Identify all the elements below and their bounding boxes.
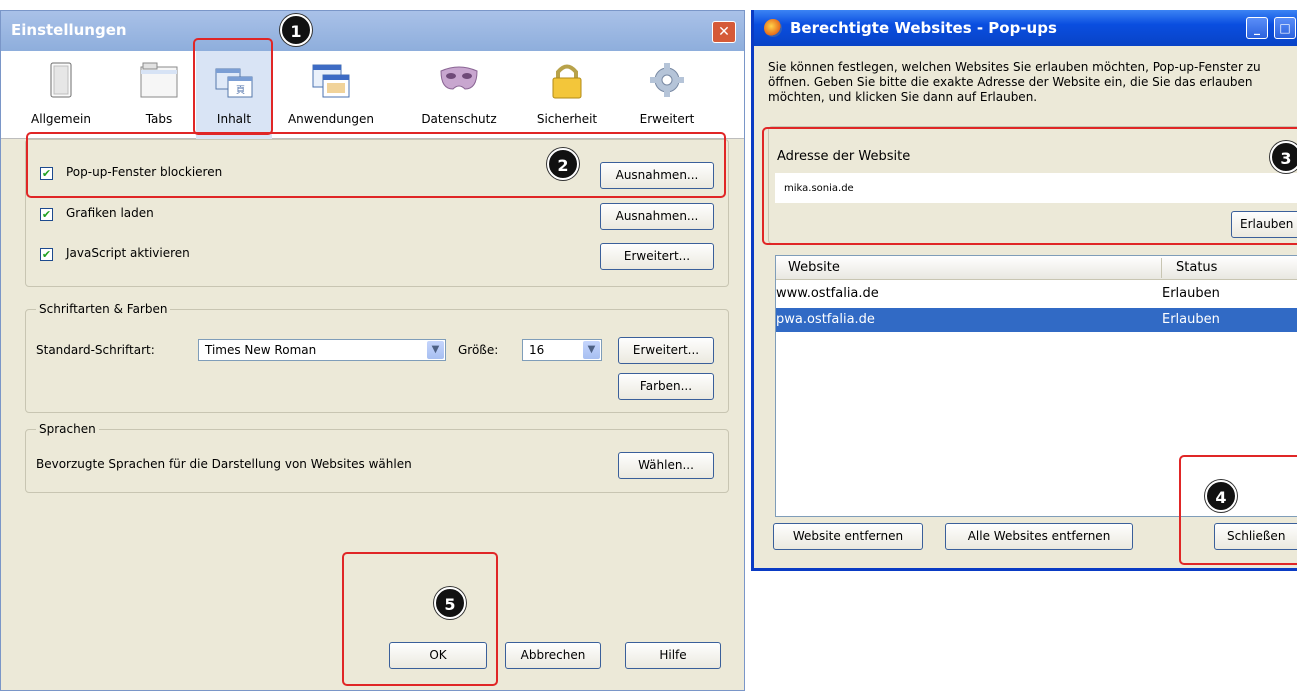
default-font-label: Standard-Schriftart:	[36, 343, 155, 357]
close-icon[interactable]: ✕	[712, 21, 736, 43]
firefox-icon	[764, 19, 782, 37]
highlight-step-1	[193, 38, 273, 135]
applications-icon	[312, 64, 350, 98]
remove-all-websites-button[interactable]: Alle Websites entfernen	[945, 523, 1133, 550]
settings-toolbar: Allgemein Tabs 頁 Inhalt Anwendungen Date…	[1, 51, 744, 139]
minimize-icon[interactable]: _	[1246, 17, 1268, 39]
row-status: Erlauben	[1162, 312, 1220, 327]
table-row[interactable]: www.ostfalia.de Erlauben	[776, 282, 1297, 306]
highlight-step-3	[762, 127, 1297, 245]
font-size-select[interactable]: 16 ▼	[522, 339, 602, 361]
exceptions-description: Sie können festlegen, welchen Websites S…	[768, 60, 1261, 104]
list-header: Website Status	[776, 256, 1297, 280]
highlight-step-4	[1179, 455, 1297, 565]
font-size-label: Größe:	[458, 343, 499, 357]
tab-tabs[interactable]: Tabs	[129, 51, 189, 139]
chevron-down-icon: ▼	[427, 341, 444, 359]
step-badge-2: 2	[547, 148, 579, 180]
background-area	[754, 575, 1297, 691]
remove-website-button[interactable]: Website entfernen	[773, 523, 923, 550]
exceptions-title: Berechtigte Websites - Pop-ups	[790, 19, 1057, 37]
maximize-icon[interactable]: □	[1274, 17, 1296, 39]
highlight-step-5	[342, 552, 498, 686]
default-font-select[interactable]: Times New Roman ▼	[198, 339, 446, 361]
tab-sicherheit[interactable]: Sicherheit	[527, 51, 607, 139]
tab-label: Allgemein	[31, 112, 91, 126]
exceptions-titlebar: Berechtigte Websites - Pop-ups _ □	[754, 10, 1297, 46]
row-site: www.ostfalia.de	[776, 286, 879, 301]
general-icon	[50, 62, 72, 98]
default-font-value: Times New Roman	[205, 343, 317, 357]
column-status[interactable]: Status	[1176, 260, 1217, 275]
tabs-icon	[140, 62, 178, 98]
javascript-checkbox[interactable]: ✔	[40, 248, 53, 261]
step-badge-4: 4	[1205, 480, 1237, 512]
help-button[interactable]: Hilfe	[625, 642, 721, 669]
javascript-advanced-button[interactable]: Erweitert...	[600, 243, 714, 270]
load-images-label: Grafiken laden	[66, 206, 154, 220]
step-badge-1: 1	[280, 14, 312, 46]
tab-label: Datenschutz	[421, 112, 497, 126]
row-status: Erlauben	[1162, 286, 1220, 301]
choose-languages-button[interactable]: Wählen...	[618, 452, 714, 479]
row-site: pwa.ostfalia.de	[776, 312, 875, 327]
tab-datenschutz[interactable]: Datenschutz	[411, 51, 507, 139]
tab-erweitert[interactable]: Erweitert	[627, 51, 707, 139]
images-exceptions-button[interactable]: Ausnahmen...	[600, 203, 714, 230]
gear-icon	[650, 63, 684, 97]
languages-text: Bevorzugte Sprachen für die Darstellung …	[36, 457, 412, 471]
colors-button[interactable]: Farben...	[618, 373, 714, 400]
column-website[interactable]: Website	[788, 260, 840, 275]
tab-label: Anwendungen	[287, 112, 375, 126]
languages-group-title: Sprachen	[36, 422, 99, 436]
privacy-mask-icon	[440, 66, 478, 90]
settings-titlebar: Einstellungen ✕	[1, 11, 744, 51]
fonts-group: Schriftarten & Farben Standard-Schriftar…	[25, 302, 729, 413]
languages-group: Sprachen Bevorzugte Sprachen für die Dar…	[25, 422, 729, 493]
chevron-down-icon: ▼	[583, 341, 600, 359]
step-badge-3: 3	[1270, 141, 1297, 173]
table-row[interactable]: pwa.ostfalia.de Erlauben	[776, 308, 1297, 332]
tab-label: Tabs	[145, 112, 173, 126]
javascript-label: JavaScript aktivieren	[66, 246, 190, 260]
tab-allgemein[interactable]: Allgemein	[21, 51, 101, 139]
step-badge-5: 5	[434, 587, 466, 619]
fonts-group-title: Schriftarten & Farben	[36, 302, 171, 316]
load-images-checkbox[interactable]: ✔	[40, 208, 53, 221]
column-divider	[1161, 258, 1162, 278]
tab-anwendungen[interactable]: Anwendungen	[281, 51, 381, 139]
highlight-step-2	[26, 132, 726, 198]
settings-title: Einstellungen	[11, 21, 127, 39]
tab-label: Sicherheit	[536, 112, 598, 126]
padlock-icon	[552, 64, 582, 99]
fonts-advanced-button[interactable]: Erweitert...	[618, 337, 714, 364]
cancel-button[interactable]: Abbrechen	[505, 642, 601, 669]
font-size-value: 16	[529, 343, 545, 357]
tab-label: Erweitert	[639, 112, 695, 126]
